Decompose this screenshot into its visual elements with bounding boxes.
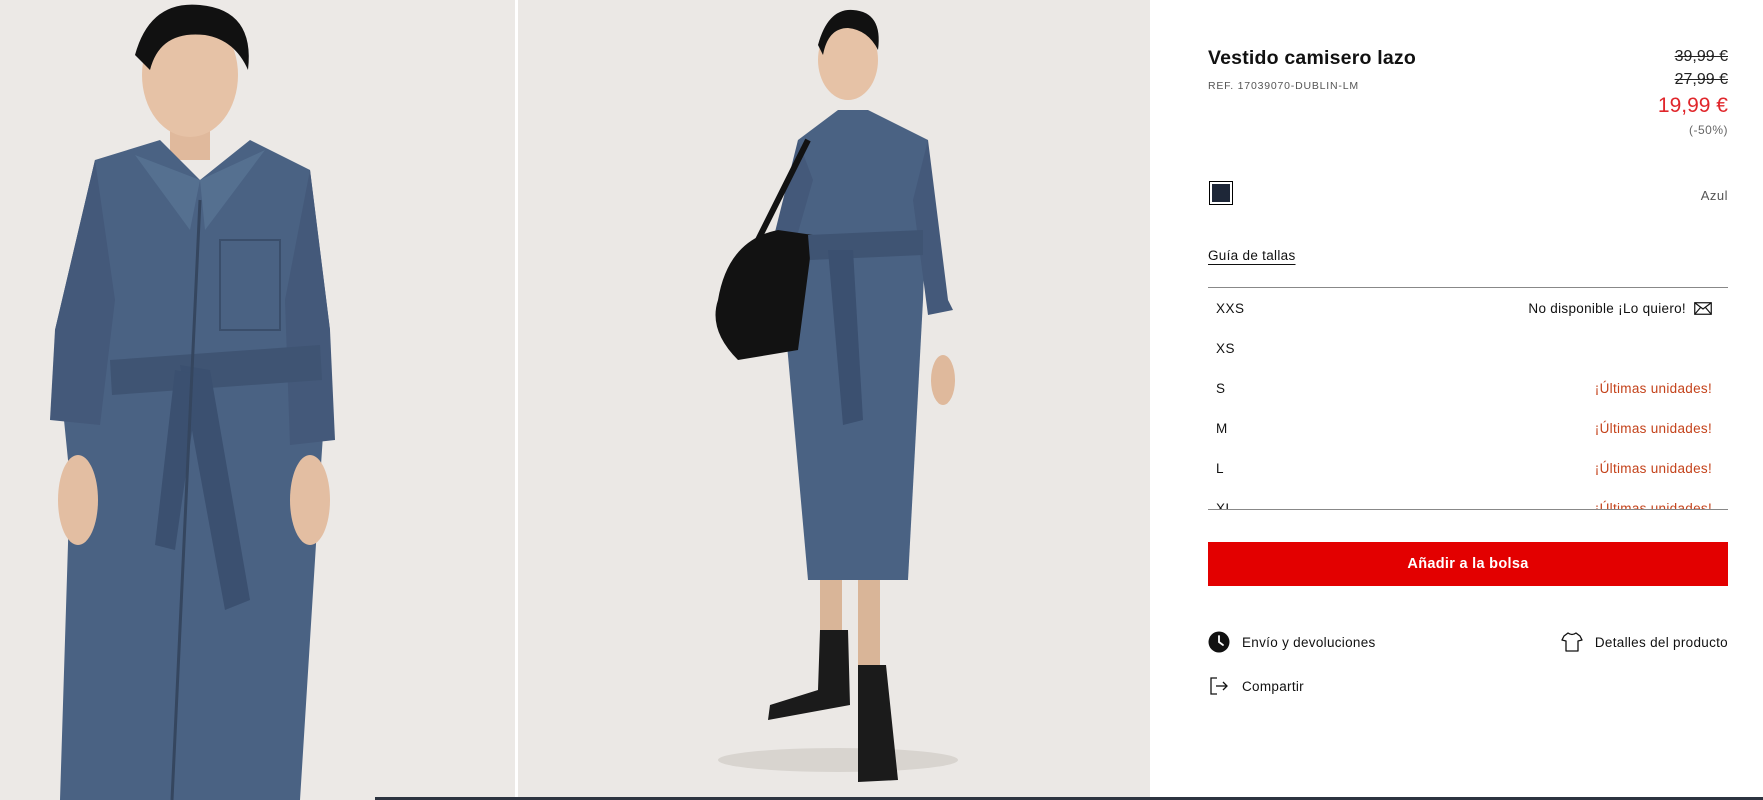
size-status: ¡Últimas unidades!	[1594, 460, 1712, 476]
envelope-icon	[1694, 301, 1712, 315]
color-name: Azul	[1700, 188, 1728, 203]
size-label: XXS	[1216, 300, 1245, 316]
size-label: L	[1216, 460, 1225, 476]
shipping-returns-link[interactable]: Envío y devoluciones	[1208, 631, 1376, 653]
product-details-link[interactable]: Detalles del producto	[1561, 631, 1728, 653]
shirt-icon	[1561, 632, 1583, 652]
size-status: ¡Últimas unidades!	[1594, 500, 1712, 510]
size-label: XL	[1216, 500, 1234, 510]
size-option-l[interactable]: L ¡Últimas unidades!	[1208, 448, 1728, 488]
add-to-bag-button[interactable]: Añadir a la bolsa	[1208, 542, 1728, 586]
size-label: XS	[1216, 340, 1236, 356]
size-status: ¡Últimas unidades!	[1594, 420, 1712, 436]
clock-icon	[1208, 631, 1230, 653]
product-gallery	[0, 0, 1150, 800]
color-swatch[interactable]	[1209, 181, 1233, 205]
size-option-s[interactable]: S ¡Últimas unidades!	[1208, 368, 1728, 408]
price-previous: 27,99 €	[1674, 71, 1728, 88]
price-original: 39,99 €	[1674, 48, 1728, 65]
size-option-xl[interactable]: XL ¡Últimas unidades!	[1208, 488, 1728, 510]
size-guide-link[interactable]: Guía de tallas	[1208, 248, 1296, 263]
product-photo-full[interactable]	[518, 0, 1150, 800]
size-label: S	[1216, 380, 1226, 396]
share-icon	[1210, 677, 1228, 695]
product-photo-closeup[interactable]	[0, 0, 515, 800]
price-current: 19,99 €	[1657, 94, 1728, 117]
product-details-label: Detalles del producto	[1594, 634, 1728, 650]
size-option-m[interactable]: M ¡Últimas unidades!	[1208, 408, 1728, 448]
size-status-text: No disponible ¡Lo quiero!	[1528, 300, 1686, 316]
size-option-xs[interactable]: XS	[1208, 328, 1728, 368]
size-status[interactable]: No disponible ¡Lo quiero!	[1528, 301, 1712, 316]
product-title: Vestido camisero lazo	[1208, 47, 1416, 69]
product-ref: REF. 17039070-DUBLIN-LM	[1208, 80, 1359, 92]
size-option-xxs[interactable]: XXS No disponible ¡Lo quiero!	[1208, 288, 1728, 328]
discount-badge: (-50%)	[1688, 123, 1728, 137]
size-status: ¡Últimas unidades!	[1594, 380, 1712, 396]
price-block: 39,99 € 27,99 € 19,99 € (-50%)	[1658, 45, 1728, 138]
share-label: Compartir	[1242, 678, 1304, 694]
size-label: M	[1216, 420, 1228, 436]
share-link[interactable]: Compartir	[1208, 675, 1304, 697]
size-list[interactable]: XXS No disponible ¡Lo quiero! XS S ¡Últi…	[1208, 287, 1728, 510]
shipping-returns-label: Envío y devoluciones	[1242, 634, 1376, 650]
product-info-panel: Vestido camisero lazo REF. 17039070-DUBL…	[1208, 0, 1728, 797]
color-swatch-fill	[1212, 184, 1230, 202]
